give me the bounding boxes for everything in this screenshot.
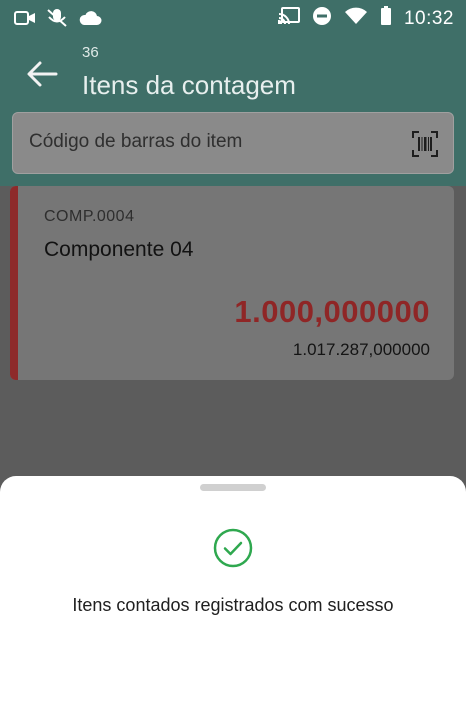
wifi-icon	[344, 7, 368, 30]
item-code: COMP.0004	[44, 208, 135, 225]
do-not-disturb-icon	[312, 6, 332, 31]
status-stripe	[10, 186, 18, 380]
cast-icon	[277, 7, 300, 30]
success-message: Itens contados registrados com sucesso	[72, 595, 394, 615]
video-camera-icon	[14, 10, 36, 31]
arrow-left-icon	[27, 61, 58, 87]
status-bar: 10:32	[0, 0, 466, 38]
counted-quantity: 1.000,000000	[234, 294, 430, 329]
drag-handle[interactable]	[200, 484, 266, 491]
barcode-scan-button[interactable]	[411, 130, 439, 158]
success-check-icon	[213, 528, 253, 568]
item-card[interactable]: COMP.0004 Componente 04 1.000,000000 1.0…	[10, 186, 454, 380]
barcode-search-field[interactable]: Código de barras do item	[12, 112, 454, 174]
search-placeholder: Código de barras do item	[29, 131, 243, 152]
status-left-icons	[14, 8, 102, 33]
item-name: Componente 04	[44, 238, 194, 261]
status-right-icons: 10:32	[277, 6, 454, 31]
page-title: Itens da contagem	[82, 70, 296, 100]
barcode-scanner-icon	[412, 131, 438, 157]
battery-icon	[380, 6, 392, 31]
count-number: 36	[82, 44, 99, 61]
clock: 10:32	[403, 7, 454, 29]
total-quantity: 1.017.287,000000	[292, 340, 430, 359]
cloud-icon	[78, 10, 102, 31]
app-bar: 36 Itens da contagem Código de barras do…	[0, 38, 466, 186]
bottom-sheet: Itens contados registrados com sucesso	[0, 476, 466, 706]
mic-muted-icon	[46, 8, 68, 33]
back-button[interactable]	[24, 56, 60, 92]
